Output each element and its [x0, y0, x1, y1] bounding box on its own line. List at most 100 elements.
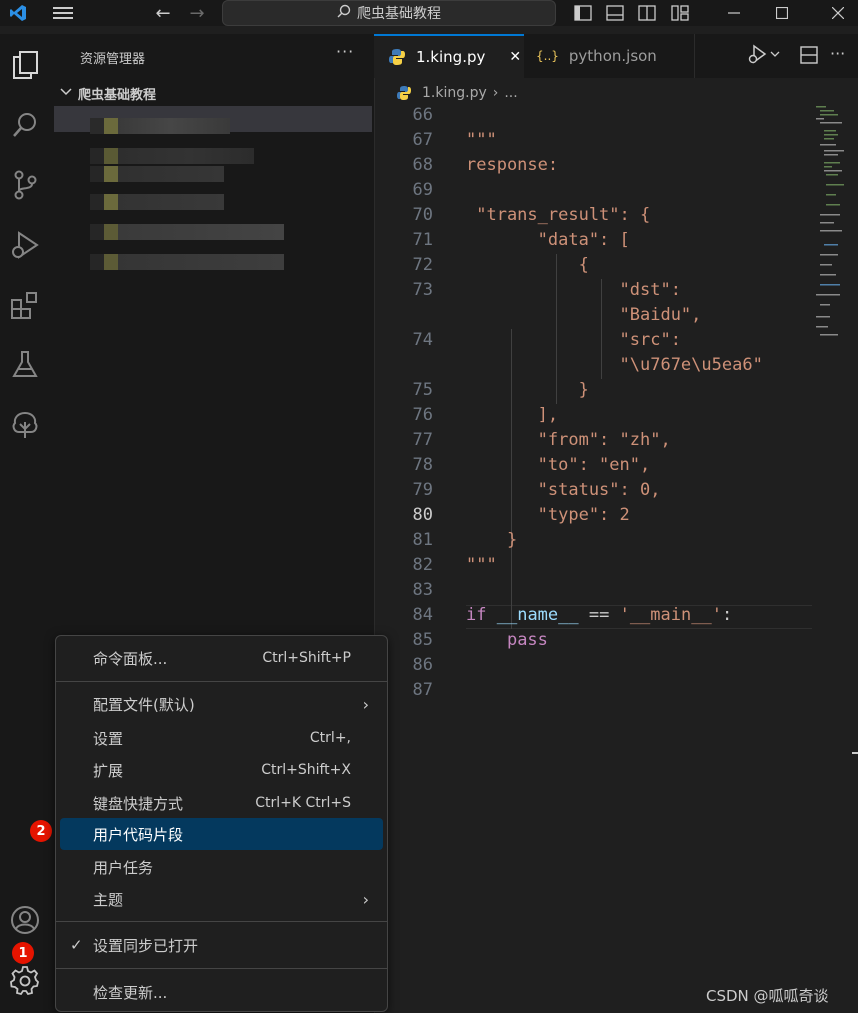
blurred-file-row[interactable]	[90, 148, 254, 164]
explorer-icon[interactable]	[0, 40, 50, 90]
menu-item-settings[interactable]: 设置 Ctrl+,	[60, 722, 383, 754]
customize-layout-icon[interactable]	[668, 0, 692, 26]
run-and-debug-icon[interactable]	[0, 220, 50, 270]
line-text: "status": 0,	[466, 480, 661, 500]
code-line[interactable]: 78 "to": "en",	[374, 453, 812, 478]
line-number: 66	[412, 105, 433, 125]
activity-bar	[0, 34, 54, 1013]
editor-more-actions-icon[interactable]: ···	[830, 44, 845, 63]
minimize-icon[interactable]	[722, 0, 746, 26]
menu-item-keyboard-shortcuts[interactable]: 键盘快捷方式 Ctrl+K Ctrl+S	[60, 787, 383, 819]
sidebar-more-actions[interactable]: ···	[336, 42, 354, 61]
menu-item-settings-sync[interactable]: ✓ 设置同步已打开	[60, 929, 383, 961]
blurred-file-row[interactable]	[90, 224, 284, 240]
search-icon	[337, 4, 351, 22]
code-line[interactable]: 84 if __name__ == '__main__':	[374, 603, 812, 628]
line-text: }	[466, 380, 589, 400]
code-line[interactable]: "Baidu",	[374, 303, 812, 328]
extensions-icon[interactable]	[0, 280, 50, 330]
menu-item-command-palette[interactable]: 命令面板... Ctrl+Shift+P	[60, 642, 383, 674]
code-line[interactable]: 71 "data": [	[374, 228, 812, 253]
line-number: 74	[412, 330, 433, 350]
tab-close-icon[interactable]: ✕	[509, 49, 521, 65]
line-number: 82	[412, 555, 433, 575]
editor-tab-bar: 1.king.py ✕ {..} python.json ···	[374, 34, 858, 78]
split-editor-icon[interactable]	[800, 46, 818, 68]
breadcrumb-rest[interactable]: ...	[504, 85, 517, 101]
minimap[interactable]	[812, 104, 852, 344]
code-line[interactable]: 81 }	[374, 528, 812, 553]
testing-icon[interactable]	[0, 340, 50, 390]
folder-root[interactable]: 爬虫基础教程	[60, 84, 156, 103]
code-line[interactable]: 77 "from": "zh",	[374, 428, 812, 453]
menu-separator	[56, 921, 387, 922]
title-bar: ← → 爬虫基础教程	[0, 0, 858, 26]
toggle-primary-sidebar-icon[interactable]	[572, 0, 594, 26]
line-text: ],	[466, 405, 559, 425]
line-text: "src":	[466, 330, 681, 350]
command-center-search[interactable]: 爬虫基础教程	[222, 0, 556, 26]
run-debug-dropdown-icon[interactable]	[746, 44, 780, 64]
code-line[interactable]: 72 {	[374, 253, 812, 278]
code-line[interactable]: 76 ],	[374, 403, 812, 428]
tab-1-king-py[interactable]: 1.king.py ✕	[374, 34, 524, 78]
code-line[interactable]: 67 """	[374, 128, 812, 153]
code-line[interactable]: 85 pass	[374, 628, 812, 653]
forward-arrow-icon[interactable]: →	[186, 0, 208, 26]
code-line[interactable]: 69	[374, 178, 812, 203]
search-icon[interactable]	[0, 100, 50, 150]
toggle-panel-icon[interactable]	[604, 0, 626, 26]
line-text: "data": [	[466, 230, 630, 250]
line-text: "Baidu",	[466, 305, 702, 325]
blurred-file-row[interactable]	[90, 194, 224, 210]
tab-python-json[interactable]: {..} python.json	[524, 34, 695, 78]
code-line[interactable]: 73 "dst":	[374, 278, 812, 303]
code-line[interactable]: 66	[374, 103, 812, 128]
maximize-icon[interactable]	[770, 0, 794, 26]
scrollbar-marker	[852, 752, 858, 754]
line-number: 83	[412, 580, 433, 600]
code-line[interactable]: 79 "status": 0,	[374, 478, 812, 503]
close-window-icon[interactable]	[826, 0, 850, 26]
code-line[interactable]: 80 "type": 2	[374, 503, 812, 528]
code-line[interactable]: 75 }	[374, 378, 812, 403]
json-file-icon: {..}	[536, 49, 559, 63]
accounts-icon[interactable]	[0, 895, 50, 945]
shortcut-label: Ctrl+Shift+P	[262, 650, 351, 666]
breadcrumb-file[interactable]: 1.king.py	[422, 85, 487, 101]
source-control-icon[interactable]	[0, 160, 50, 210]
line-text: response:	[466, 155, 559, 175]
menu-item-user-tasks[interactable]: 用户任务	[60, 851, 383, 883]
code-line[interactable]: 83	[374, 578, 812, 603]
code-editor[interactable]: 66 67 """ 68 response: 69 70 "trans_result": {…	[374, 104, 812, 804]
menu-item-themes[interactable]: 主题 ›	[60, 883, 383, 915]
menu-item-user-snippets[interactable]: 用户代码片段	[60, 818, 383, 850]
annotation-badge-2: 2	[30, 820, 52, 842]
toggle-secondary-sidebar-icon[interactable]	[636, 0, 658, 26]
code-line[interactable]: "\u767e\u5ea6"	[374, 353, 812, 378]
menu-icon[interactable]	[50, 0, 76, 26]
menu-item-extensions[interactable]: 扩展 Ctrl+Shift+X	[60, 754, 383, 786]
check-icon: ✓	[70, 936, 83, 954]
blurred-file-row[interactable]	[90, 166, 224, 182]
code-line[interactable]: 74 "src":	[374, 328, 812, 353]
blurred-file-row[interactable]	[90, 118, 230, 134]
blurred-file-row[interactable]	[90, 254, 284, 270]
remote-explorer-icon[interactable]	[0, 400, 50, 450]
code-line[interactable]: 86	[374, 653, 812, 678]
shortcut-label: Ctrl+,	[309, 730, 351, 746]
code-line[interactable]: 68 response:	[374, 153, 812, 178]
menu-item-check-updates[interactable]: 检查更新...	[60, 976, 383, 1008]
manage-context-menu: 命令面板... Ctrl+Shift+P 配置文件(默认) › 设置 Ctrl+…	[55, 635, 388, 1012]
line-number: 78	[412, 455, 433, 475]
menu-item-profile[interactable]: 配置文件(默认) ›	[60, 688, 383, 720]
line-text: }	[466, 530, 518, 550]
menu-separator	[56, 968, 387, 969]
code-line[interactable]: 82 """	[374, 553, 812, 578]
line-text: "trans_result": {	[466, 205, 651, 225]
code-line[interactable]: 70 "trans_result": {	[374, 203, 812, 228]
line-number: 84	[412, 605, 433, 625]
chevron-right-icon: ›	[362, 889, 369, 909]
code-line[interactable]: 87	[374, 678, 812, 703]
back-arrow-icon[interactable]: ←	[152, 0, 174, 26]
